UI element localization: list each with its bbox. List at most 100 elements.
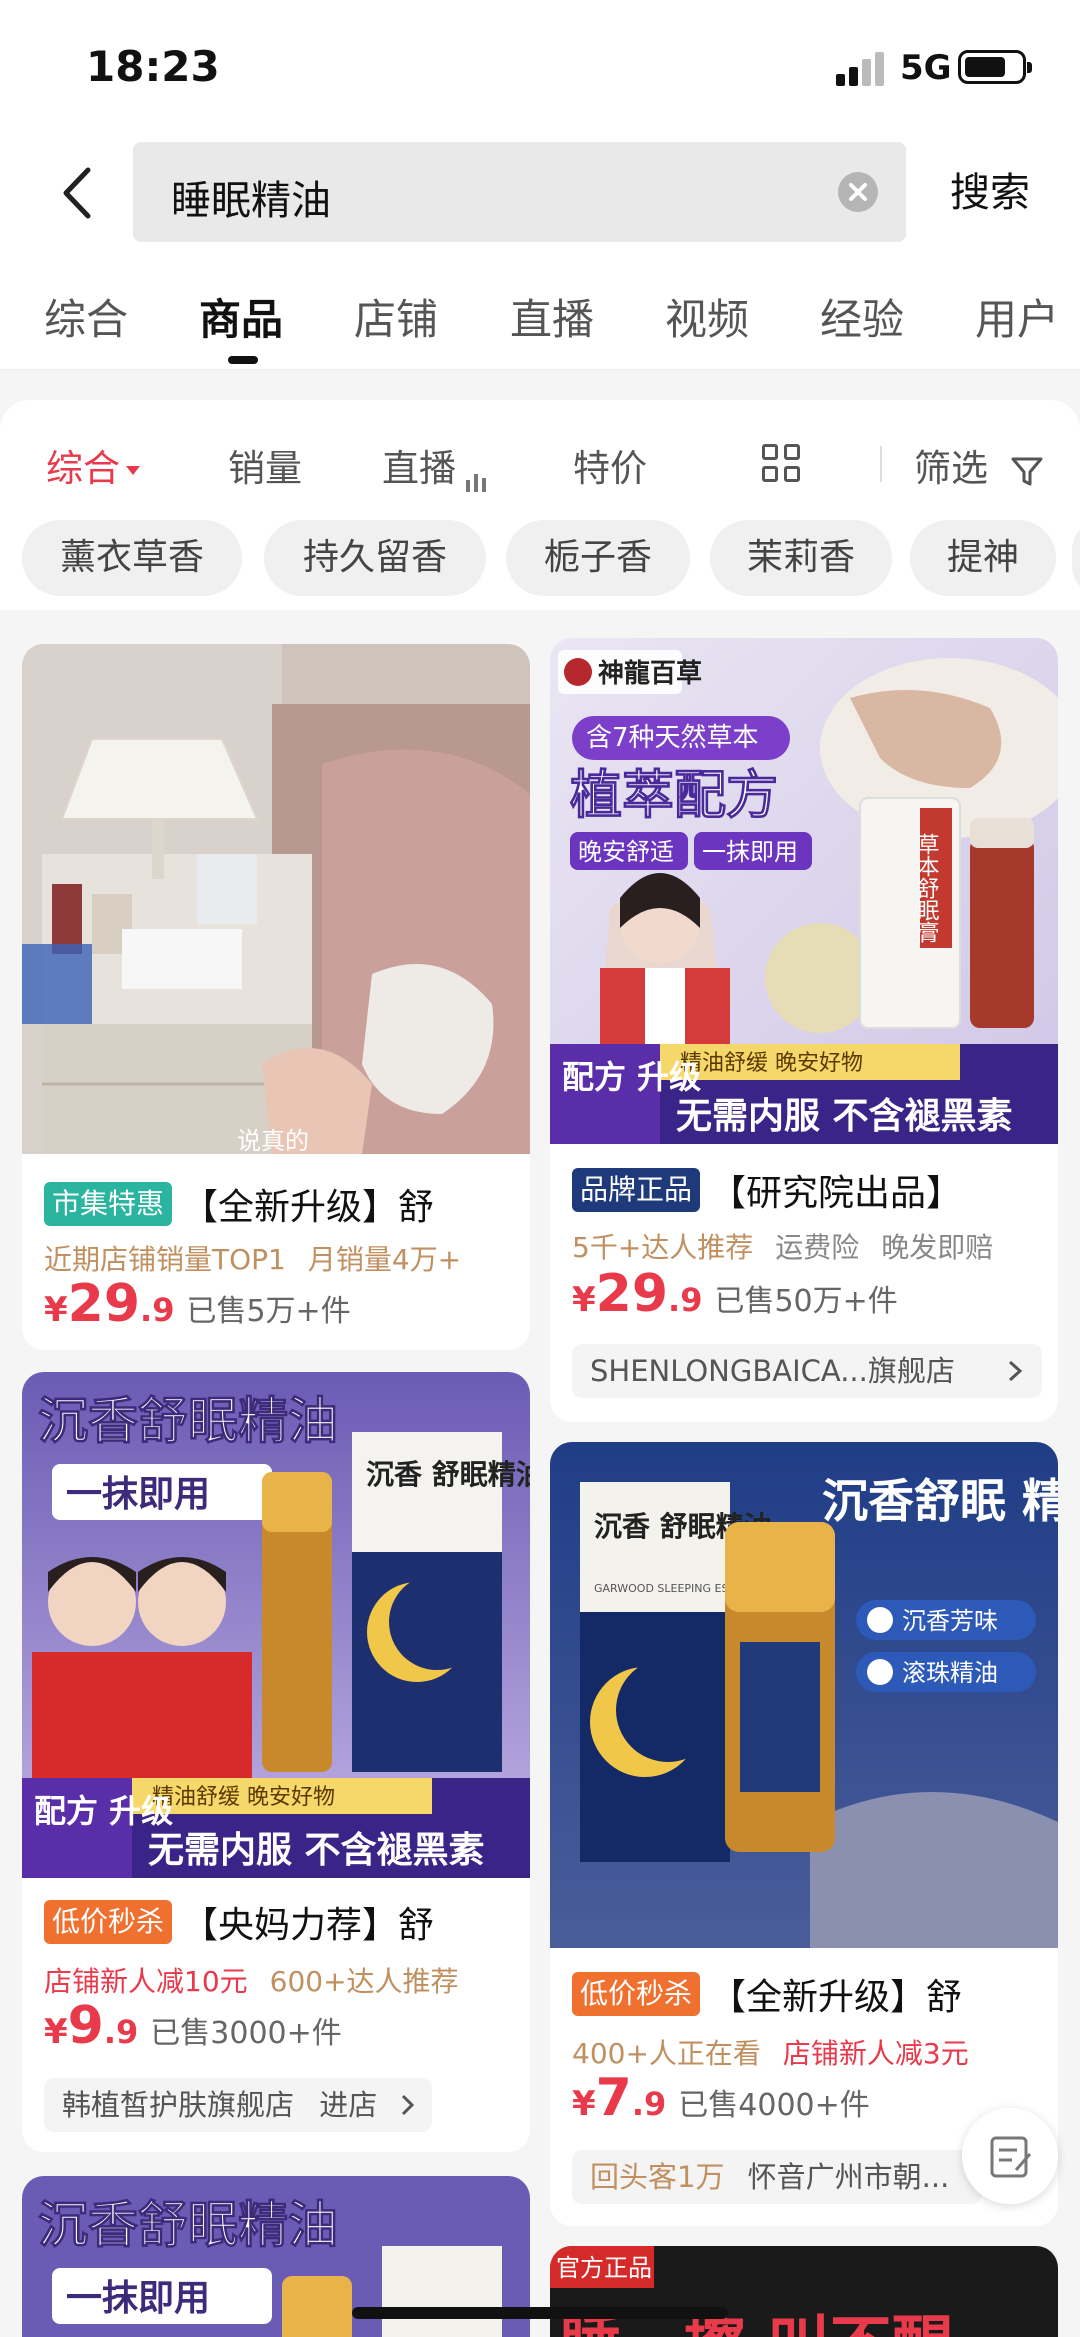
info-row: 店铺新人减10元 600+达人推荐 xyxy=(44,1960,524,2000)
sort-special-price[interactable]: 特价 xyxy=(573,438,647,492)
product-card[interactable]: 神龍百草 含7种天然草本 植萃配方 晚安舒适 一抹即用 草本舒眠膏 精油舒缓 晚… xyxy=(550,638,1058,1422)
image-headline: 沉香舒眠精油 xyxy=(38,2196,338,2254)
filter-label: 筛选 xyxy=(914,447,988,490)
price-row: ¥29.9 已售50万+件 xyxy=(572,1264,898,1324)
chip-jasmine[interactable]: 茉莉香 xyxy=(710,520,892,596)
store-name: SHENLONGBAICA...旗舰店 xyxy=(590,1354,955,1388)
tab-videos[interactable]: 视频 xyxy=(665,286,749,347)
image-band-left: 配方 升级 xyxy=(562,1058,701,1096)
battery-icon xyxy=(958,50,1032,84)
sold-count: 已售5万+件 xyxy=(186,1294,351,1329)
title-row: 低价秒杀 【全新升级】舒 xyxy=(572,1968,1052,2018)
image-band-left: 配方 升级 xyxy=(34,1792,173,1830)
tab-stores[interactable]: 店铺 xyxy=(354,286,438,347)
search-input[interactable]: 睡眠精油 xyxy=(133,142,906,242)
info-tag: 店铺新人减3元 xyxy=(782,2037,969,2070)
price-decimal: .9 xyxy=(631,2085,667,2123)
sort-live-label: 直播 xyxy=(382,447,456,490)
product-image: 沉香舒眠精油 一抹即用 沉香 舒眠精油 精油舒缓 晚安好物 配方 升级 无需内服… xyxy=(22,1372,530,1878)
image-pill: 一抹即用 xyxy=(66,1474,210,1515)
price-integer: 7 xyxy=(595,2068,632,2128)
clear-search-button[interactable] xyxy=(838,172,878,212)
active-tab-indicator xyxy=(228,356,258,364)
promo-badge: 市集特惠 xyxy=(44,1182,173,1226)
title-row: 市集特惠 【全新升级】舒 xyxy=(44,1178,524,1228)
home-indicator xyxy=(352,2307,728,2319)
image-headline: 植萃配方 xyxy=(570,766,778,826)
search-header: 睡眠精油 搜索 xyxy=(0,130,1080,260)
store-link[interactable]: 韩植皙护肤旗舰店 进店 xyxy=(44,2078,432,2132)
product-title: 【全新升级】舒 xyxy=(710,1977,963,2018)
price-integer: 9 xyxy=(67,1996,104,2056)
brand-badge: 品牌正品 xyxy=(572,1168,701,1212)
chevron-right-icon xyxy=(1008,1360,1023,1382)
currency-symbol: ¥ xyxy=(44,1290,68,1330)
filter-panel: 综合 销量 直播 特价 筛选 薰衣草香 持久留香 栀子香 茉莉香 提神 xyxy=(0,400,1080,610)
info-tag: 月销量4万+ xyxy=(307,1243,462,1276)
back-button[interactable] xyxy=(50,158,110,228)
caret-down-icon xyxy=(126,466,140,475)
price-row: ¥9.9 已售3000+件 xyxy=(44,1996,342,2056)
info-tag: 5千+达人推荐 xyxy=(572,1231,754,1264)
edit-note-icon xyxy=(990,2136,1032,2178)
image-band-small: 精油舒缓 晚安好物 xyxy=(152,1785,335,1810)
info-tag: 近期店铺销量TOP1 xyxy=(44,1243,286,1276)
image-check: 滚珠精油 xyxy=(902,1659,998,1687)
image-tag: 一抹即用 xyxy=(702,838,798,866)
grid-view-icon[interactable] xyxy=(762,444,802,484)
price-decimal: .9 xyxy=(103,2013,139,2051)
product-title: 【研究院出品】 xyxy=(710,1173,963,1214)
price-integer: 29 xyxy=(67,1274,141,1334)
tab-users[interactable]: 用户 xyxy=(975,286,1059,347)
main-tabs: 综合 商品 店铺 直播 视频 经验 用户 xyxy=(0,260,1080,370)
network-type: 5G xyxy=(900,48,952,88)
chip-long-lasting[interactable]: 持久留香 xyxy=(264,520,486,596)
product-info: 市集特惠 【全新升级】舒 近期店铺销量TOP1 月销量4万+ ¥29.9 已售5万+件 xyxy=(22,1174,530,1350)
sold-count: 已售4000+件 xyxy=(678,2088,870,2123)
status-bar: 18:23 5G xyxy=(0,0,1080,130)
tab-products[interactable]: 商品 xyxy=(199,286,283,347)
store-name: 韩植皙护肤旗舰店 xyxy=(62,2088,295,2122)
search-query: 睡眠精油 xyxy=(171,178,331,224)
sort-comprehensive-label: 综合 xyxy=(46,447,120,490)
promo-badge: 低价秒杀 xyxy=(44,1900,173,1944)
close-icon xyxy=(849,183,867,201)
image-band-right: 无需内服 不含褪黑素 xyxy=(676,1096,1013,1137)
title-row: 低价秒杀 【央妈力荐】舒 xyxy=(44,1896,524,1946)
chip-refresh[interactable]: 提神 xyxy=(910,520,1056,596)
sort-sales[interactable]: 销量 xyxy=(228,438,302,492)
chip-more[interactable] xyxy=(1072,520,1080,596)
tab-live[interactable]: 直播 xyxy=(510,286,594,347)
search-button[interactable]: 搜索 xyxy=(950,160,1030,218)
tab-experience[interactable]: 经验 xyxy=(820,286,904,347)
status-time: 18:23 xyxy=(86,42,220,91)
feedback-button[interactable] xyxy=(962,2108,1058,2204)
image-band-small: 精油舒缓 晚安好物 xyxy=(680,1051,863,1076)
info-row: 5千+达人推荐 运费险 晚发即赔 xyxy=(572,1226,1052,1266)
promo-badge: 低价秒杀 xyxy=(572,1972,701,2016)
price-integer: 29 xyxy=(595,1264,669,1324)
price-row: ¥7.9 已售4000+件 xyxy=(572,2068,870,2128)
image-check: 沉香芳味 xyxy=(902,1607,998,1635)
live-bars-icon xyxy=(466,449,490,492)
store-name: 怀音广州市朝... xyxy=(747,2160,950,2194)
store-link[interactable]: 回头客1万 怀音广州市朝... xyxy=(572,2150,982,2204)
sort-live[interactable]: 直播 xyxy=(382,438,490,492)
enter-store-label: 进店 xyxy=(319,2088,378,2122)
cellular-signal-icon xyxy=(836,50,886,86)
sold-count: 已售3000+件 xyxy=(150,2016,342,2051)
product-title: 【央妈力荐】舒 xyxy=(182,1905,435,1946)
product-card[interactable]: 说真的 市集特惠 【全新升级】舒 近期店铺销量TOP1 月销量4万+ ¥29.9 已售… xyxy=(22,644,530,1350)
product-info: 低价秒杀 【央妈力荐】舒 店铺新人减10元 600+达人推荐 ¥9.9 已售3000+… xyxy=(22,1896,530,2152)
official-corner-tag: 官方正品 xyxy=(556,2254,652,2282)
chip-gardenia[interactable]: 栀子香 xyxy=(506,520,690,596)
product-card[interactable]: 官方正品 睡一擦 叫不醒 xyxy=(550,2246,1058,2337)
filter-button[interactable]: 筛选 xyxy=(914,438,1044,492)
chip-lavender[interactable]: 薰衣草香 xyxy=(22,520,242,596)
store-link[interactable]: SHENLONGBAICA...旗舰店 xyxy=(572,1344,1042,1398)
sold-count: 已售50万+件 xyxy=(714,1284,898,1319)
tab-comprehensive[interactable]: 综合 xyxy=(44,286,128,347)
image-caption: 说真的 xyxy=(237,1127,309,1154)
product-card[interactable]: 沉香舒眠精油 一抹即用 沉香 舒眠精油 精油舒缓 晚安好物 配方 升级 无需内服… xyxy=(22,1372,530,2152)
sort-comprehensive[interactable]: 综合 xyxy=(46,438,140,492)
